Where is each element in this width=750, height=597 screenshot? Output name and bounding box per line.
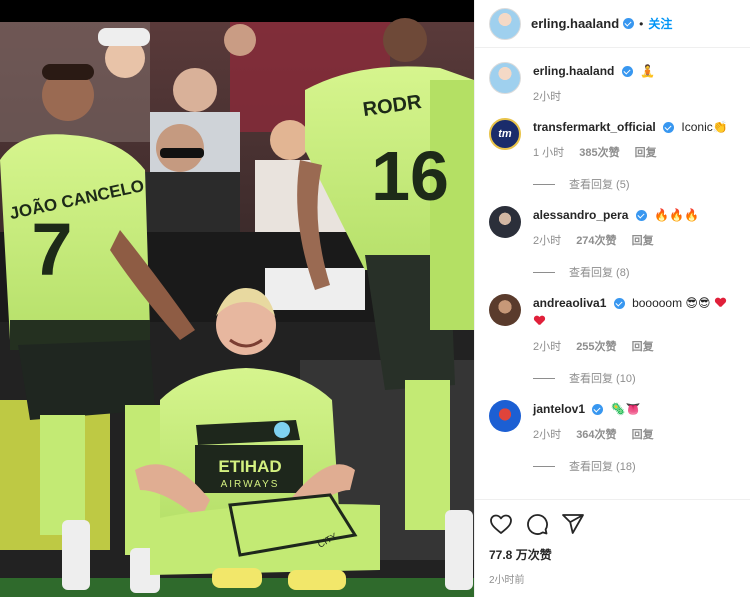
- commenter-username[interactable]: jantelov1: [533, 402, 585, 416]
- comment-time[interactable]: 2小时: [533, 235, 561, 247]
- red-heart-icon: [715, 298, 726, 308]
- verified-badge-icon: [621, 66, 633, 78]
- comment-time[interactable]: 2小时: [533, 341, 561, 353]
- verified-badge-icon: [663, 122, 675, 134]
- commenter-username[interactable]: andreaoliva1: [533, 296, 606, 310]
- caption-time[interactable]: 2小时: [533, 91, 561, 103]
- action-bar: [489, 510, 736, 538]
- paper-plane-icon[interactable]: [561, 512, 585, 536]
- follow-button[interactable]: 关注: [648, 15, 672, 32]
- comment-item: andreaoliva1 booooom 😎😎 2小时 255次赞 回复 查看回…: [489, 294, 736, 386]
- commenter-avatar[interactable]: [489, 206, 521, 238]
- view-replies-label: 查看回复 (18): [569, 461, 636, 473]
- commenter-avatar[interactable]: [489, 400, 521, 432]
- verified-badge-icon: [613, 298, 625, 310]
- view-replies-label: 查看回复 (5): [569, 179, 630, 191]
- reply-button[interactable]: 回复: [635, 147, 657, 159]
- reply-button[interactable]: 回复: [632, 429, 654, 441]
- comment-item: jantelov1 🦠👅 2小时 364次赞 回复 查看回复 (18): [489, 400, 736, 474]
- red-heart-icon: [534, 316, 545, 326]
- caption: erling.haaland 🧘 2小时: [489, 62, 736, 104]
- author-username[interactable]: erling.haaland: [531, 16, 619, 31]
- post-sidebar: erling.haaland • 关注 erling.haaland 🧘 2小时…: [474, 0, 750, 597]
- replies-divider: [533, 183, 555, 185]
- celebration-photo: JOÃO CANCELO 7 RODR 16 ETIHAD AIRWAYS CI…: [0, 0, 474, 597]
- shirt-number-left: 7: [31, 208, 72, 291]
- verified-badge-icon: [623, 18, 635, 29]
- separator-dot: •: [639, 16, 644, 31]
- comment-text: 🦠👅: [610, 402, 641, 416]
- commenter-username[interactable]: transfermarkt_official: [533, 120, 656, 134]
- view-replies-label: 查看回复 (10): [569, 373, 636, 385]
- comment-text: booooom 😎😎: [632, 296, 711, 310]
- verified-badge-icon: [635, 210, 647, 222]
- post-photo[interactable]: JOÃO CANCELO 7 RODR 16 ETIHAD AIRWAYS CI…: [0, 0, 474, 597]
- sponsor-subtext: AIRWAYS: [221, 479, 280, 490]
- shirt-number-right: 16: [371, 137, 449, 215]
- replies-divider: [533, 465, 555, 467]
- comment-text: Iconic👏: [681, 120, 728, 134]
- view-replies-button[interactable]: 查看回复 (10): [533, 370, 736, 386]
- replies-divider: [533, 271, 555, 273]
- verified-badge-icon: [592, 404, 604, 416]
- comment-bubble-icon[interactable]: [525, 512, 549, 536]
- avatar-logo-text: tm: [498, 128, 512, 140]
- comment-item: alessandro_pera 🔥🔥🔥 2小时 274次赞 回复 查看回复 (8…: [489, 206, 736, 280]
- commenter-avatar[interactable]: tm: [489, 118, 521, 150]
- view-replies-label: 查看回复 (8): [569, 267, 630, 279]
- commenter-avatar[interactable]: [489, 294, 521, 326]
- comment-time[interactable]: 1 小时: [533, 147, 564, 159]
- view-replies-button[interactable]: 查看回复 (5): [533, 176, 736, 192]
- like-count[interactable]: 77.8 万次赞: [489, 546, 736, 563]
- view-replies-button[interactable]: 查看回复 (8): [533, 264, 736, 280]
- post-timestamp[interactable]: 2小时前: [489, 571, 736, 586]
- comment-likes[interactable]: 255次赞: [576, 341, 616, 353]
- reply-button[interactable]: 回复: [632, 341, 654, 353]
- post-header: erling.haaland • 关注: [475, 0, 750, 48]
- reply-button[interactable]: 回复: [632, 235, 654, 247]
- comment-list: erling.haaland 🧘 2小时 tm transfermarkt_of…: [475, 48, 750, 508]
- comment-text: 🔥🔥🔥: [654, 208, 699, 222]
- post-footer: 77.8 万次赞 2小时前: [475, 499, 750, 586]
- commenter-username[interactable]: alessandro_pera: [533, 208, 628, 222]
- sponsor-text: ETIHAD: [218, 457, 281, 476]
- heart-outline-icon[interactable]: [489, 512, 513, 536]
- view-replies-button[interactable]: 查看回复 (18): [533, 458, 736, 474]
- comment-item: tm transfermarkt_official Iconic👏 1 小时 3…: [489, 118, 736, 192]
- comment-time[interactable]: 2小时: [533, 429, 561, 441]
- caption-text: 🧘: [640, 64, 655, 78]
- caption-username[interactable]: erling.haaland: [533, 64, 614, 78]
- comment-likes[interactable]: 364次赞: [576, 429, 616, 441]
- caption-avatar[interactable]: [489, 62, 521, 94]
- replies-divider: [533, 377, 555, 379]
- club-crest: [274, 422, 290, 438]
- comment-likes[interactable]: 274次赞: [576, 235, 616, 247]
- comment-likes[interactable]: 385次赞: [579, 147, 619, 159]
- author-avatar[interactable]: [489, 7, 521, 40]
